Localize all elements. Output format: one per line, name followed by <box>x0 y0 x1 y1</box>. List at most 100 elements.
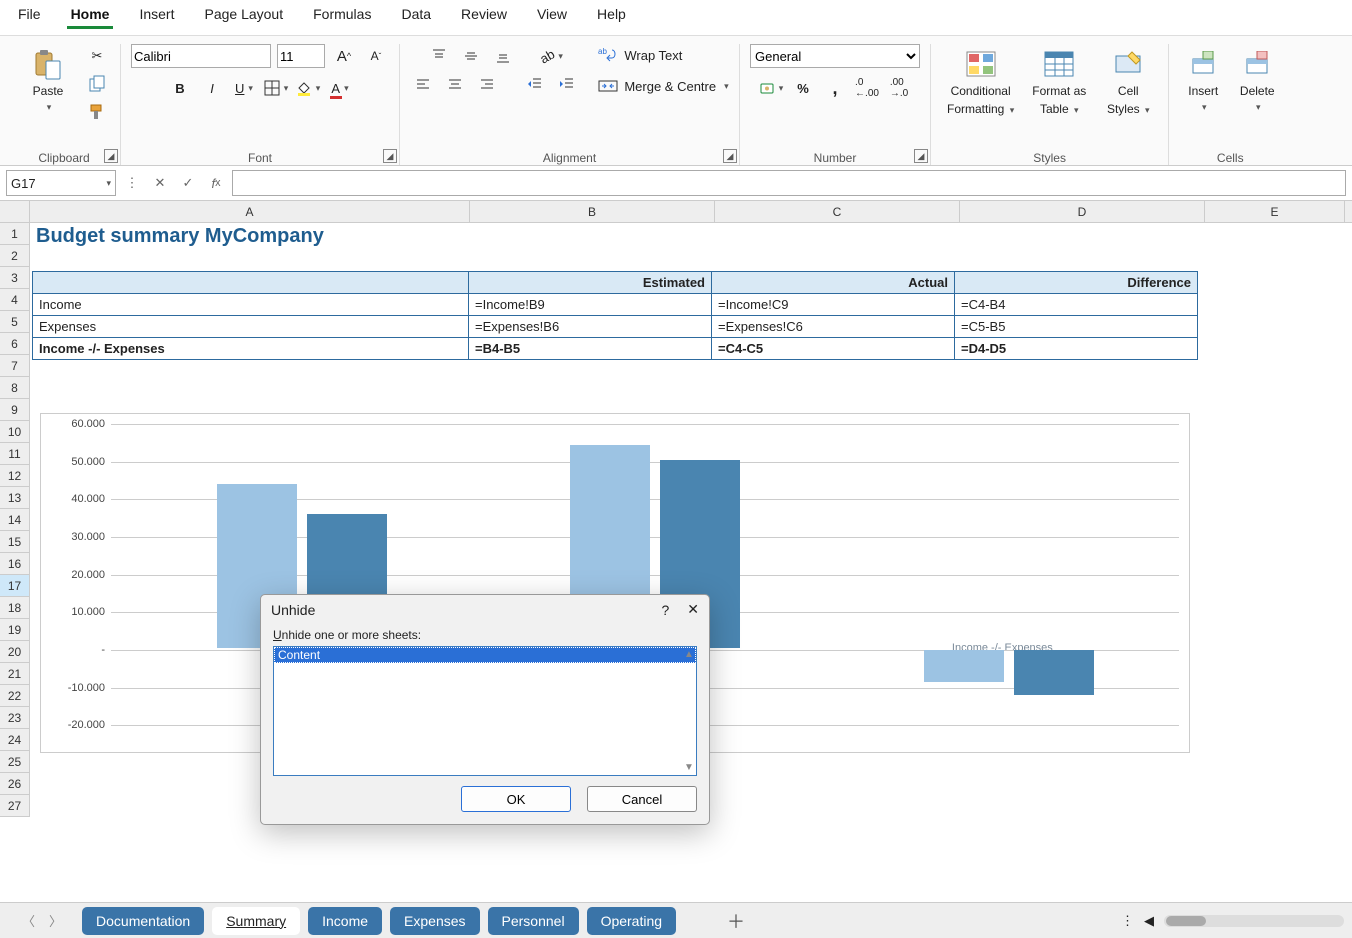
row-header[interactable]: 25 <box>0 751 29 773</box>
column-header[interactable]: B <box>470 201 715 222</box>
menu-insert[interactable]: Insert <box>135 2 178 29</box>
delete-cells-button[interactable]: Delete▾ <box>1233 44 1281 117</box>
row-header[interactable]: 14 <box>0 509 29 531</box>
chart-bar[interactable] <box>924 650 1004 682</box>
format-painter-button[interactable] <box>84 100 110 124</box>
menu-data[interactable]: Data <box>397 2 435 29</box>
row-headers[interactable]: 1234567891011121314151617181920212223242… <box>0 223 30 817</box>
list-item[interactable]: Content <box>274 647 696 663</box>
sheet-tab-operating[interactable]: Operating <box>587 907 676 935</box>
row-header[interactable]: 11 <box>0 443 29 465</box>
decrease-indent-button[interactable] <box>522 72 548 96</box>
chart-bar[interactable] <box>1014 650 1094 695</box>
cut-button[interactable]: ✂ <box>84 44 110 68</box>
scroll-up-icon[interactable]: ▲ <box>684 649 694 660</box>
row-header[interactable]: 23 <box>0 707 29 729</box>
copy-button[interactable] <box>84 72 110 96</box>
menu-view[interactable]: View <box>533 2 571 29</box>
paste-button[interactable]: Paste ▾ <box>18 44 78 117</box>
row-header[interactable]: 8 <box>0 377 29 399</box>
add-sheet-button[interactable]: ＋ <box>722 907 750 935</box>
row-header[interactable]: 18 <box>0 597 29 619</box>
align-right-button[interactable] <box>474 72 500 96</box>
cancel-formula-button[interactable]: ✕ <box>148 171 172 195</box>
select-all-corner[interactable] <box>0 201 30 223</box>
row-header[interactable]: 1 <box>0 223 29 245</box>
row-header[interactable]: 17 <box>0 575 29 597</box>
row-header[interactable]: 22 <box>0 685 29 707</box>
decrease-decimal-button[interactable]: .00→.0 <box>886 76 912 100</box>
name-box[interactable]: G17 ▾ <box>6 170 116 196</box>
bold-button[interactable]: B <box>167 76 193 100</box>
scroll-down-icon[interactable]: ▼ <box>684 762 694 773</box>
sheet-tab-summary[interactable]: Summary <box>212 907 300 935</box>
column-header[interactable]: A <box>30 201 470 222</box>
row-header[interactable]: 20 <box>0 641 29 663</box>
hidden-sheets-listbox[interactable]: Content ▲ ▼ <box>273 646 697 776</box>
row-header[interactable]: 3 <box>0 267 29 289</box>
column-header[interactable]: E <box>1205 201 1345 222</box>
sheet-tab-income[interactable]: Income <box>308 907 382 935</box>
align-top-button[interactable] <box>426 44 452 68</box>
alignment-dialog-launcher[interactable]: ◢ <box>723 149 737 163</box>
align-left-button[interactable] <box>410 72 436 96</box>
italic-button[interactable]: I <box>199 76 225 100</box>
scroll-left-caret[interactable]: ◀ <box>1144 913 1154 929</box>
shrink-font-button[interactable]: Aˇ <box>363 44 389 68</box>
table-cell[interactable]: =B4-B5 <box>469 338 712 360</box>
increase-decimal-button[interactable]: .0←.00 <box>854 76 880 100</box>
comma-style-button[interactable]: , <box>822 76 848 100</box>
orientation-button[interactable]: ab▾ <box>538 44 564 68</box>
row-header[interactable]: 26 <box>0 773 29 795</box>
row-header[interactable]: 19 <box>0 619 29 641</box>
row-header[interactable]: 12 <box>0 465 29 487</box>
wrap-text-button[interactable]: ab Wrap Text <box>598 46 682 64</box>
table-cell[interactable]: =Income!B9 <box>469 294 712 316</box>
table-cell[interactable]: Income -/- Expenses <box>33 338 469 360</box>
fill-color-button[interactable]: ▾ <box>295 76 321 100</box>
cell-styles-button[interactable]: Cell Styles ▾ <box>1098 44 1158 120</box>
align-center-button[interactable] <box>442 72 468 96</box>
menu-file[interactable]: File <box>14 2 45 29</box>
borders-button[interactable]: ▾ <box>263 76 289 100</box>
formula-more-button[interactable]: ⋮ <box>120 171 144 195</box>
menu-help[interactable]: Help <box>593 2 630 29</box>
conditional-formatting-button[interactable]: Conditional Formatting ▾ <box>941 44 1020 120</box>
currency-button[interactable]: ▾ <box>758 76 784 100</box>
table-cell[interactable]: =Expenses!B6 <box>469 316 712 338</box>
close-button[interactable]: ✕ <box>687 601 699 618</box>
number-format-select[interactable]: General <box>750 44 920 68</box>
row-header[interactable]: 9 <box>0 399 29 421</box>
font-dialog-launcher[interactable]: ◢ <box>383 149 397 163</box>
row-header[interactable]: 6 <box>0 333 29 355</box>
table-cell[interactable]: =C5-B5 <box>955 316 1198 338</box>
column-header[interactable]: C <box>715 201 960 222</box>
column-headers[interactable]: ABCDE <box>30 201 1352 223</box>
increase-indent-button[interactable] <box>554 72 580 96</box>
table-cell[interactable]: =C4-B4 <box>955 294 1198 316</box>
row-header[interactable]: 21 <box>0 663 29 685</box>
help-button[interactable]: ? <box>661 602 669 618</box>
formula-input[interactable] <box>232 170 1346 196</box>
column-header[interactable]: D <box>960 201 1205 222</box>
accept-formula-button[interactable]: ✓ <box>176 171 200 195</box>
tab-menu-button[interactable]: ⋮ <box>1121 913 1134 929</box>
row-header[interactable]: 15 <box>0 531 29 553</box>
font-name-select[interactable] <box>131 44 271 68</box>
font-size-select[interactable] <box>277 44 325 68</box>
menu-review[interactable]: Review <box>457 2 511 29</box>
clipboard-dialog-launcher[interactable]: ◢ <box>104 149 118 163</box>
cancel-button[interactable]: Cancel <box>587 786 697 812</box>
tab-scroll-right[interactable]: 〉 <box>49 911 62 930</box>
table-cell[interactable]: Expenses <box>33 316 469 338</box>
row-header[interactable]: 13 <box>0 487 29 509</box>
ok-button[interactable]: OK <box>461 786 571 812</box>
table-cell[interactable]: Income <box>33 294 469 316</box>
row-header[interactable]: 24 <box>0 729 29 751</box>
sheet-tab-expenses[interactable]: Expenses <box>390 907 479 935</box>
sheet-tab-documentation[interactable]: Documentation <box>82 907 204 935</box>
table-cell[interactable]: =Income!C9 <box>712 294 955 316</box>
table-cell[interactable]: =C4-C5 <box>712 338 955 360</box>
number-dialog-launcher[interactable]: ◢ <box>914 149 928 163</box>
table-cell[interactable]: =Expenses!C6 <box>712 316 955 338</box>
